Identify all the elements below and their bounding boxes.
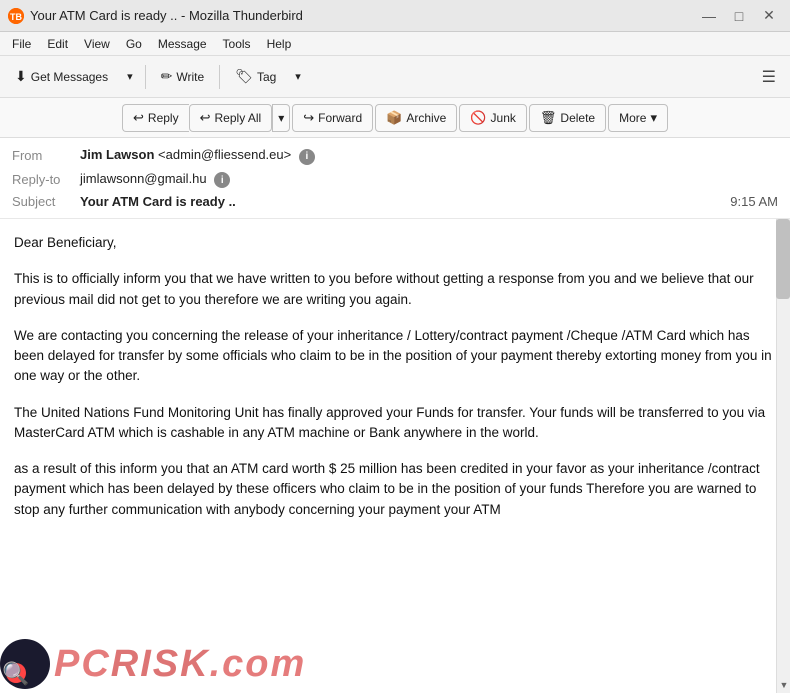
more-button[interactable]: More ▾	[608, 104, 668, 132]
reply-all-icon: ↩	[200, 110, 211, 126]
menu-edit[interactable]: Edit	[39, 35, 76, 53]
more-dropdown-icon: ▾	[650, 110, 657, 126]
body-paragraph-2: We are contacting you concerning the rel…	[14, 326, 774, 387]
email-body[interactable]: Dear Beneficiary, This is to officially …	[0, 219, 790, 693]
junk-icon: 🚫	[470, 110, 486, 126]
menu-message[interactable]: Message	[150, 35, 215, 53]
replyto-value: jimlawsonn@gmail.hu i	[80, 171, 778, 189]
write-icon: ✏	[161, 68, 173, 85]
email-header: From Jim Lawson <admin@fliessend.eu> i R…	[0, 138, 790, 219]
junk-label: Junk	[491, 111, 516, 125]
action-bar: ↩ Reply ↩ Reply All ▾ ↪ Forward 📦 Archiv…	[0, 98, 790, 138]
from-row: From Jim Lawson <admin@fliessend.eu> i	[12, 144, 778, 168]
get-messages-icon: ⬇	[15, 68, 27, 85]
reply-group: ↩ Reply ↩ Reply All ▾	[122, 104, 290, 132]
get-messages-button[interactable]: ⬇ Get Messages	[6, 62, 117, 92]
subject-row: Subject Your ATM Card is ready .. 9:15 A…	[12, 191, 778, 212]
svg-text:TB: TB	[10, 12, 22, 22]
replyto-email: jimlawsonn@gmail.hu	[80, 171, 207, 186]
reply-all-dropdown[interactable]: ▾	[272, 104, 290, 132]
subject-value: Your ATM Card is ready ..	[80, 194, 730, 209]
more-label: More	[619, 111, 646, 125]
from-email: <admin@fliessend.eu>	[158, 147, 291, 162]
email-time: 9:15 AM	[730, 194, 778, 209]
write-button[interactable]: ✏ Write	[152, 62, 214, 92]
archive-icon: 📦	[386, 110, 402, 126]
separator-2	[219, 65, 220, 89]
replyto-row: Reply-to jimlawsonn@gmail.hu i	[12, 168, 778, 192]
forward-label: Forward	[318, 111, 362, 125]
menu-go[interactable]: Go	[118, 35, 150, 53]
reply-label: Reply	[148, 111, 179, 125]
menu-help[interactable]: Help	[259, 35, 300, 53]
maximize-button[interactable]: □	[726, 5, 752, 27]
title-bar: TB Your ATM Card is ready .. - Mozilla T…	[0, 0, 790, 32]
tag-icon: 🏷	[235, 68, 253, 85]
archive-button[interactable]: 📦 Archive	[375, 104, 457, 132]
body-greeting: Dear Beneficiary,	[14, 233, 774, 253]
forward-icon: ↪	[303, 110, 314, 126]
body-paragraph-3: The United Nations Fund Monitoring Unit …	[14, 403, 774, 444]
subject-text: Your ATM Card is ready ..	[80, 194, 236, 209]
body-paragraph-4: as a result of this inform you that an A…	[14, 459, 774, 520]
close-button[interactable]: ✕	[756, 5, 782, 27]
scroll-down-arrow[interactable]: ▼	[777, 677, 790, 693]
separator-1	[145, 65, 146, 89]
reply-icon: ↩	[133, 110, 144, 126]
reply-all-button[interactable]: ↩ Reply All	[189, 104, 273, 132]
toolbar: ⬇ Get Messages ▾ ✏ Write 🏷 Tag ▾ ☰	[0, 56, 790, 98]
tag-button[interactable]: 🏷 Tag	[226, 62, 285, 92]
archive-label: Archive	[406, 111, 446, 125]
tag-dropdown[interactable]: ▾	[289, 62, 307, 92]
reply-all-label: Reply All	[215, 111, 262, 125]
replyto-label: Reply-to	[12, 172, 80, 187]
window-title: Your ATM Card is ready .. - Mozilla Thun…	[30, 8, 696, 23]
subject-label: Subject	[12, 194, 80, 209]
delete-button[interactable]: 🗑 Delete	[529, 104, 606, 132]
scrollbar[interactable]: ▲ ▼	[776, 219, 790, 693]
main-content: From Jim Lawson <admin@fliessend.eu> i R…	[0, 138, 790, 693]
window-controls: — □ ✕	[696, 5, 782, 27]
menu-tools[interactable]: Tools	[215, 35, 259, 53]
get-messages-label: Get Messages	[31, 70, 108, 84]
from-value: Jim Lawson <admin@fliessend.eu> i	[80, 147, 778, 165]
menu-bar: File Edit View Go Message Tools Help	[0, 32, 790, 56]
app-icon: TB	[8, 8, 24, 24]
get-messages-dropdown[interactable]: ▾	[121, 62, 139, 92]
replyto-info-icon[interactable]: i	[214, 172, 230, 188]
from-label: From	[12, 148, 80, 163]
minimize-button[interactable]: —	[696, 5, 722, 27]
menu-view[interactable]: View	[76, 35, 118, 53]
menu-file[interactable]: File	[4, 35, 39, 53]
delete-icon: 🗑	[540, 110, 557, 126]
delete-label: Delete	[560, 111, 595, 125]
hamburger-menu[interactable]: ☰	[754, 62, 784, 92]
junk-button[interactable]: 🚫 Junk	[459, 104, 527, 132]
scrollbar-thumb[interactable]	[776, 219, 790, 299]
reply-button[interactable]: ↩ Reply	[122, 104, 189, 132]
email-body-wrapper: Dear Beneficiary, This is to officially …	[0, 219, 790, 693]
forward-button[interactable]: ↪ Forward	[292, 104, 373, 132]
from-name: Jim Lawson	[80, 147, 154, 162]
from-info-icon[interactable]: i	[299, 149, 315, 165]
body-paragraph-1: This is to officially inform you that we…	[14, 269, 774, 310]
write-label: Write	[176, 70, 204, 84]
tag-label: Tag	[257, 70, 276, 84]
